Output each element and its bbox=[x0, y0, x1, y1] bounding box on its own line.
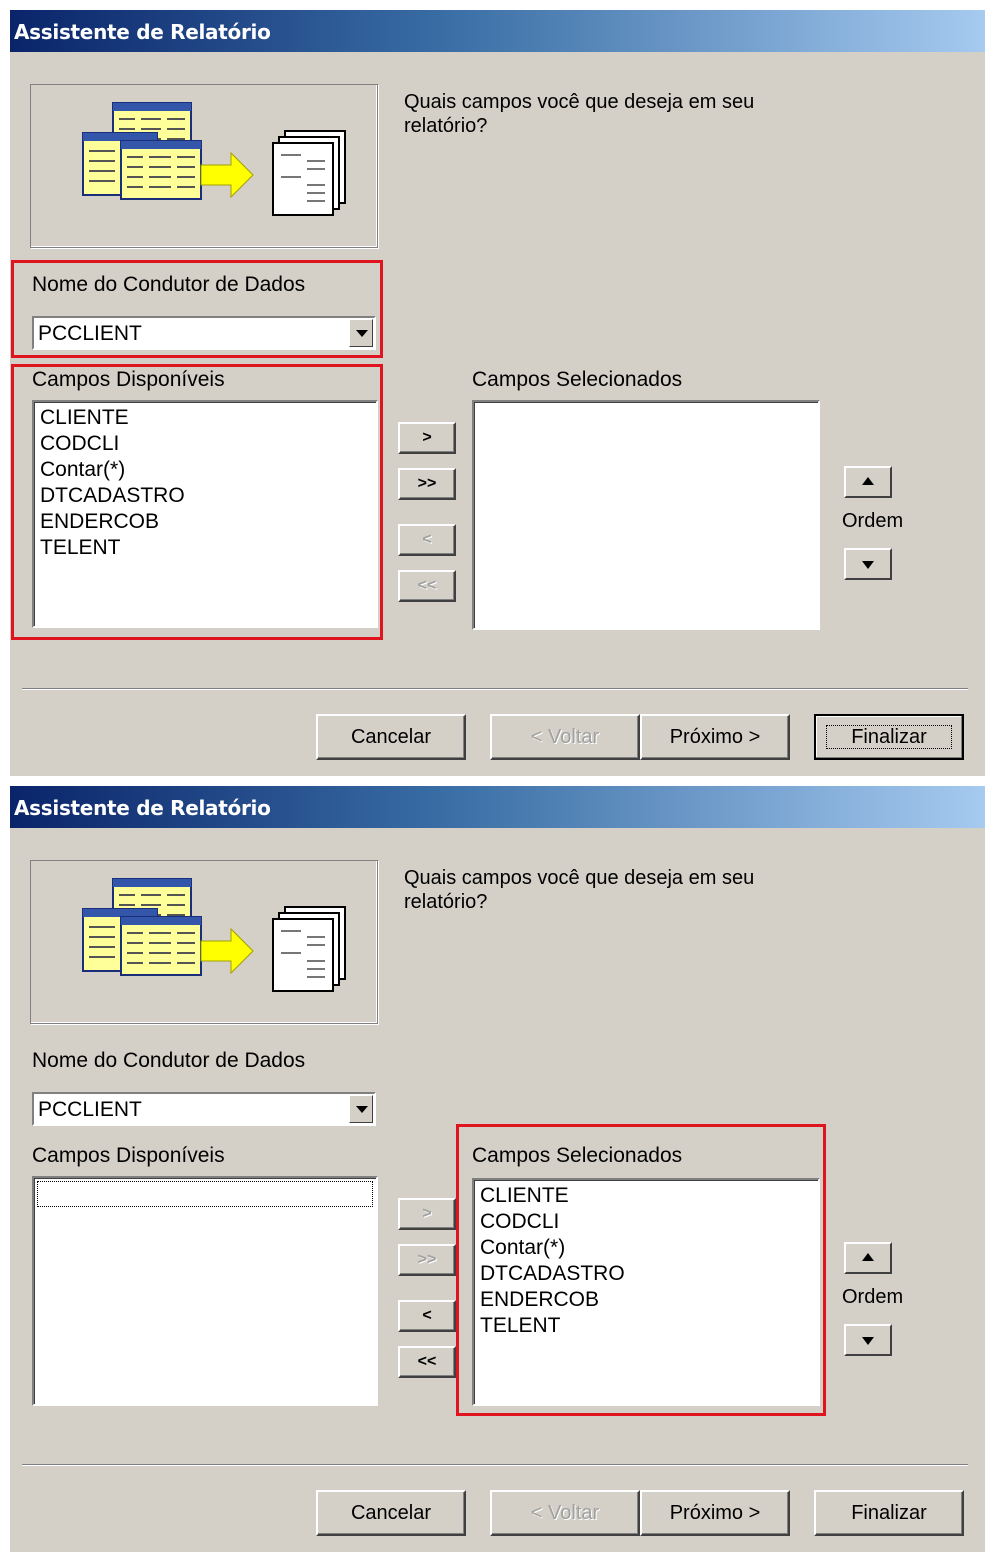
order-label: Ordem bbox=[842, 1286, 904, 1308]
cancel-button[interactable]: Cancelar bbox=[316, 714, 466, 760]
window-title: Assistente de Relatório bbox=[14, 20, 271, 44]
selected-fields-list[interactable] bbox=[472, 400, 820, 630]
next-button[interactable]: Próximo > bbox=[640, 714, 790, 760]
arrow-up-icon bbox=[862, 1253, 874, 1261]
add-field-button[interactable]: > bbox=[398, 1198, 456, 1230]
finish-button[interactable]: Finalizar bbox=[814, 1490, 964, 1536]
remove-field-button[interactable]: < bbox=[398, 1300, 456, 1332]
available-fields-label: Campos Disponíveis bbox=[32, 1144, 225, 1167]
remove-field-button[interactable]: < bbox=[398, 524, 456, 556]
focus-rectangle bbox=[37, 1181, 373, 1207]
move-up-button[interactable] bbox=[844, 1242, 892, 1274]
report-wizard-dialog-1: Assistente de Relatório Quais campos voc… bbox=[10, 10, 985, 776]
move-down-button[interactable] bbox=[844, 1324, 892, 1356]
arrow-down-icon bbox=[862, 561, 874, 569]
highlight-datasource bbox=[11, 260, 383, 358]
window-title: Assistente de Relatório bbox=[14, 796, 271, 820]
wizard-illustration bbox=[30, 860, 378, 1024]
wizard-prompt: Quais campos você que deseja em seu rela… bbox=[404, 91, 755, 137]
dropdown-arrow-icon[interactable] bbox=[349, 1095, 373, 1123]
finish-button-label: Finalizar bbox=[826, 725, 952, 749]
tables-to-report-icon bbox=[82, 878, 346, 992]
add-all-fields-button[interactable]: >> bbox=[398, 468, 456, 500]
back-button[interactable]: < Voltar bbox=[490, 714, 640, 760]
next-button[interactable]: Próximo > bbox=[640, 1490, 790, 1536]
separator bbox=[22, 688, 968, 690]
remove-all-fields-button[interactable]: << bbox=[398, 1346, 456, 1378]
wizard-illustration bbox=[30, 84, 378, 248]
available-fields-list[interactable] bbox=[32, 1176, 378, 1406]
selected-fields-label: Campos Selecionados bbox=[472, 368, 683, 391]
title-bar: Assistente de Relatório bbox=[10, 10, 985, 52]
datasource-combobox[interactable]: PCCLIENT bbox=[32, 1092, 376, 1126]
wizard-prompt: Quais campos você que deseja em seu rela… bbox=[404, 867, 755, 913]
datasource-label: Nome do Condutor de Dados bbox=[32, 1049, 306, 1072]
arrow-down-icon bbox=[862, 1337, 874, 1345]
add-field-button[interactable]: > bbox=[398, 422, 456, 454]
finish-button[interactable]: Finalizar bbox=[814, 714, 964, 760]
move-down-button[interactable] bbox=[844, 548, 892, 580]
datasource-value: PCCLIENT bbox=[38, 1098, 142, 1121]
add-all-fields-button[interactable]: >> bbox=[398, 1244, 456, 1276]
arrow-up-icon bbox=[862, 477, 874, 485]
move-up-button[interactable] bbox=[844, 466, 892, 498]
highlight-available-fields bbox=[11, 364, 383, 640]
title-bar: Assistente de Relatório bbox=[10, 786, 985, 828]
back-button[interactable]: < Voltar bbox=[490, 1490, 640, 1536]
order-label: Ordem bbox=[842, 510, 904, 532]
highlight-selected-fields bbox=[456, 1124, 826, 1416]
remove-all-fields-button[interactable]: << bbox=[398, 570, 456, 602]
tables-to-report-icon bbox=[82, 102, 346, 216]
cancel-button[interactable]: Cancelar bbox=[316, 1490, 466, 1536]
report-wizard-dialog-2: Assistente de Relatório Quais campos voc… bbox=[10, 786, 985, 1552]
separator bbox=[22, 1464, 968, 1466]
